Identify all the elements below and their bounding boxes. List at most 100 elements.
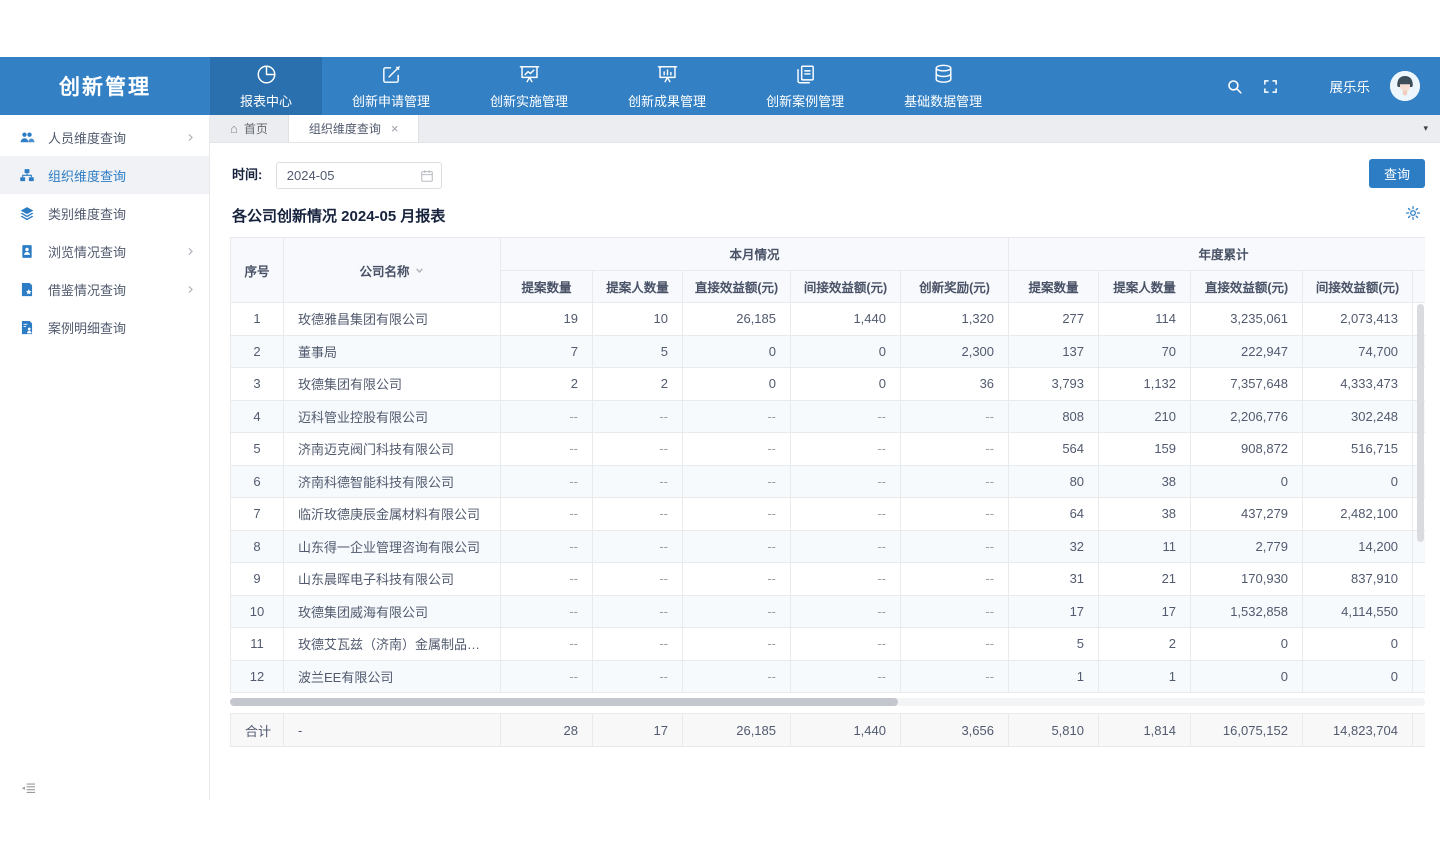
time-input[interactable] [277,163,407,188]
cell: 38 [1099,465,1191,498]
cell-filler [1413,628,1425,661]
cell: 137 [1009,335,1099,368]
cell-filler [1413,660,1425,693]
cell: 3,235,061 [1191,303,1303,336]
nav-item-0[interactable]: 报表中心 [210,57,322,115]
cell: 4,333,473 [1303,368,1413,401]
sub-header-year-2: 直接效益额(元) [1191,270,1303,303]
cell: 2,073,413 [1303,303,1413,336]
sidebar-item-5[interactable]: 案例明细查询 [0,308,209,346]
cell: -- [791,530,901,563]
col-header-serial: 序号 [231,238,284,303]
col-header-company[interactable]: 公司名称 [284,238,501,303]
close-icon[interactable]: × [391,121,399,136]
pie-chart-icon [255,63,278,89]
table-row[interactable]: 8山东得一企业管理咨询有限公司----------32112,77914,200 [231,530,1426,563]
table-row[interactable]: 3玫德集团有限公司2200363,7931,1327,357,6484,333,… [231,368,1426,401]
tab-0[interactable]: ⌂首页 [210,115,289,142]
top-navigation: 创新管理 报表中心创新申请管理创新实施管理创新成果管理创新案例管理基础数据管理 … [0,57,1440,115]
group-header-year: 年度累计 [1009,238,1425,271]
cell: 山东得一企业管理咨询有限公司 [284,530,501,563]
file-detail-icon [19,319,35,335]
nav-item-2[interactable]: 创新实施管理 [460,57,598,115]
table-row[interactable]: 1玫德雅昌集团有限公司191026,1851,4401,3202771143,2… [231,303,1426,336]
nav-item-1[interactable]: 创新申请管理 [322,57,460,115]
sidebar-item-3[interactable]: 浏览情况查询 [0,232,209,270]
nav-item-5[interactable]: 基础数据管理 [874,57,1012,115]
table-row[interactable]: 5济南迈克阀门科技有限公司----------564159908,872516,… [231,433,1426,466]
sidebar-item-0[interactable]: 人员维度查询 [0,118,209,156]
sidebar: 人员维度查询组织维度查询类别维度查询浏览情况查询借鉴情况查询案例明细查询 [0,116,210,800]
cell: -- [501,530,593,563]
nav-item-3[interactable]: 创新成果管理 [598,57,736,115]
sub-header-month-4: 创新奖励(元) [901,270,1009,303]
cell: 31 [1009,563,1099,596]
cell: 5 [593,335,683,368]
summary-cell: 26,185 [683,714,791,747]
report-table: 序号公司名称本月情况年度累计提案数量提案人数量直接效益额(元)间接效益额(元)创… [230,237,1425,693]
cell: -- [791,465,901,498]
cell: -- [901,660,1009,693]
vertical-scrollbar-thumb[interactable] [1417,304,1424,542]
table-row[interactable]: 10玫德集团威海有限公司----------17171,532,8584,114… [231,595,1426,628]
tab-list-dropdown-icon[interactable]: ▾ [1423,115,1440,142]
cell: -- [593,433,683,466]
calendar-icon[interactable] [420,169,434,188]
people-icon [19,129,35,145]
sidebar-item-2[interactable]: 类别维度查询 [0,194,209,232]
nav-item-label: 创新案例管理 [766,91,844,110]
table-row[interactable]: 7临沂玫德庚辰金属材料有限公司----------6438437,2792,48… [231,498,1426,531]
cell: 11 [1099,530,1191,563]
horizontal-scrollbar-thumb[interactable] [230,698,898,706]
sidebar-item-1[interactable]: 组织维度查询 [0,156,209,194]
username[interactable]: 展乐乐 [1330,76,1371,96]
sidebar-item-4[interactable]: 借鉴情况查询 [0,270,209,308]
table-row[interactable]: 6济南科德智能科技有限公司----------803800 [231,465,1426,498]
cell: -- [791,433,901,466]
nav-item-label: 创新申请管理 [352,91,430,110]
sidebar-item-label: 借鉴情况查询 [48,280,126,299]
cell: 3,793 [1009,368,1099,401]
gear-icon[interactable] [1405,205,1421,221]
cell: -- [791,595,901,628]
cell: 302,248 [1303,400,1413,433]
cell: 210 [1099,400,1191,433]
cell: 4,114,550 [1303,595,1413,628]
table-row[interactable]: 4迈科管业控股有限公司----------8082102,206,776302,… [231,400,1426,433]
cell: 0 [1303,465,1413,498]
fullscreen-icon[interactable] [1263,79,1278,94]
summary-cell: 17 [593,714,683,747]
cell: -- [901,628,1009,661]
table-row[interactable]: 12波兰EE有限公司----------1100 [231,660,1426,693]
nav-item-4[interactable]: 创新案例管理 [736,57,874,115]
database-icon [932,63,955,89]
cell: 26,185 [683,303,791,336]
cell: 10 [231,595,284,628]
sidebar-collapse-icon[interactable] [21,781,36,801]
sub-header-month-2: 直接效益额(元) [683,270,791,303]
search-icon[interactable] [1226,78,1243,95]
nav-item-label: 基础数据管理 [904,91,982,110]
org-chart-icon [19,167,35,183]
page: 创新管理 报表中心创新申请管理创新实施管理创新成果管理创新案例管理基础数据管理 … [0,0,1440,860]
chevron-right-icon [186,247,195,256]
summary-cell: 1,440 [791,714,901,747]
cell: 2 [593,368,683,401]
table-row[interactable]: 11玫德艾瓦兹（济南）金属制品有...----------5200 [231,628,1426,661]
cell: 564 [1009,433,1099,466]
cell: -- [791,628,901,661]
cell: 0 [683,368,791,401]
cell: 玫德艾瓦兹（济南）金属制品有... [284,628,501,661]
cell: 济南科德智能科技有限公司 [284,465,501,498]
cell: 7,357,648 [1191,368,1303,401]
cell: -- [593,563,683,596]
user-avatar[interactable] [1390,71,1420,101]
search-button[interactable]: 查询 [1369,159,1425,188]
table-row[interactable]: 9山东晨晖电子科技有限公司----------3121170,930837,91… [231,563,1426,596]
summary-cell: 5,810 [1009,714,1099,747]
cell: -- [683,628,791,661]
table-row[interactable]: 2董事局75002,30013770222,94774,700 [231,335,1426,368]
summary-row-container: 合计-281726,1851,4403,6565,8101,81416,075,… [230,713,1425,747]
time-picker[interactable] [276,162,442,189]
tab-1[interactable]: 组织维度查询× [289,115,420,142]
